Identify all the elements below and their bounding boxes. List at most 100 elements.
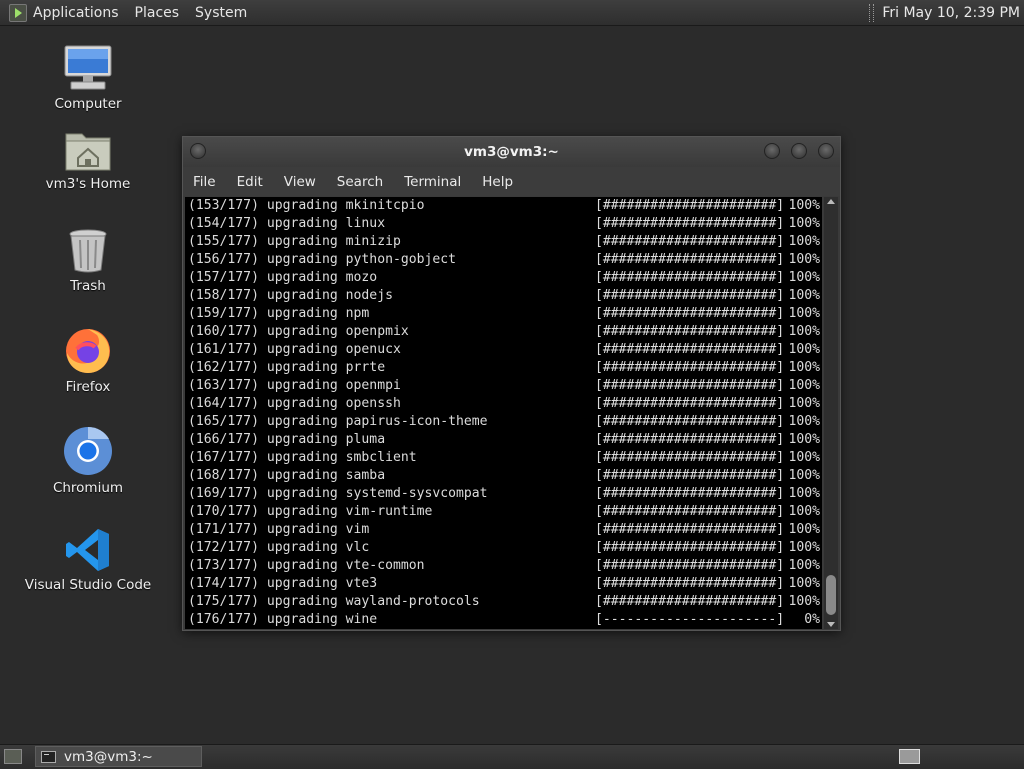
progress-percent: 100% (788, 594, 820, 609)
menu-search[interactable]: Search (337, 174, 383, 190)
desktop-icon-label: vm3's Home (45, 176, 131, 192)
terminal-line: (155/177) upgrading minizip [############… (185, 233, 822, 251)
progress-percent: 100% (788, 504, 820, 519)
desktop-icon-label: Visual Studio Code (24, 577, 152, 593)
terminal-line-text: (159/177) upgrading npm (188, 306, 370, 321)
progress-bar-text: [######################] (595, 378, 785, 393)
trash-icon (69, 229, 107, 273)
terminal-line: (166/177) upgrading pluma [##############… (185, 431, 822, 449)
terminal-line-text: (173/177) upgrading vte-common (188, 558, 425, 573)
terminal-line: (171/177) upgrading vim [################… (185, 521, 822, 539)
terminal-line-text: (157/177) upgrading mozo (188, 270, 378, 285)
scroll-up-arrow-icon[interactable] (827, 199, 835, 204)
terminal-line: (159/177) upgrading npm [################… (185, 305, 822, 323)
menu-system[interactable]: System (195, 5, 247, 21)
progress-percent: 100% (788, 450, 820, 465)
progress-bar-text: [######################] (595, 216, 785, 231)
top-panel: Applications Places System Fri May 10, 2… (0, 0, 1024, 26)
terminal-line: (162/177) upgrading prrte [##############… (185, 359, 822, 377)
terminal-line: (175/177) upgrading wayland-protocols [##… (185, 593, 822, 611)
desktop-icon-chromium[interactable]: Chromium (18, 426, 158, 496)
terminal-line-text: (164/177) upgrading openssh (188, 396, 401, 411)
firefox-icon (66, 329, 110, 373)
terminal-line-text: (154/177) upgrading linux (188, 216, 386, 231)
menu-help[interactable]: Help (482, 174, 513, 190)
progress-percent: 100% (788, 234, 820, 249)
terminal-line-text: (155/177) upgrading minizip (188, 234, 401, 249)
progress-bar-text: [######################] (595, 324, 785, 339)
terminal-line-text: (172/177) upgrading vlc (188, 540, 370, 555)
desktop-icon-label: Trash (70, 278, 106, 294)
desktop-icon-computer[interactable]: Computer (18, 44, 158, 112)
terminal-line-text: (176/177) upgrading wine (188, 612, 378, 627)
terminal-line: (174/177) upgrading vte3 [###############… (185, 575, 822, 593)
terminal-line: (156/177) upgrading python-gobject [#####… (185, 251, 822, 269)
terminal-icon (41, 750, 56, 763)
clock[interactable]: Fri May 10, 2:39 PM (882, 5, 1020, 21)
progress-percent: 100% (788, 324, 820, 339)
progress-percent: 100% (788, 360, 820, 375)
terminal-output[interactable]: (153/177) upgrading mkinitcpio [#########… (185, 197, 822, 629)
terminal-line: (168/177) upgrading samba [##############… (185, 467, 822, 485)
workspace-switcher[interactable] (899, 749, 920, 764)
menu-places[interactable]: Places (135, 5, 180, 21)
progress-bar-text: [######################] (595, 288, 785, 303)
terminal-line: (173/177) upgrading vte-common [#########… (185, 557, 822, 575)
desktop-icon-trash[interactable]: Trash (18, 228, 158, 294)
terminal-line-text: (158/177) upgrading nodejs (188, 288, 393, 303)
progress-percent: 100% (788, 216, 820, 231)
progress-percent: 100% (788, 468, 820, 483)
terminal-line-text: (163/177) upgrading openmpi (188, 378, 401, 393)
terminal-line: (163/177) upgrading openmpi [############… (185, 377, 822, 395)
menu-applications[interactable]: Applications (33, 5, 119, 21)
terminal-line: (153/177) upgrading mkinitcpio [#########… (185, 197, 822, 215)
chromium-icon (64, 426, 112, 475)
desktop-icon-label: Chromium (52, 480, 124, 496)
progress-bar-text: [######################] (595, 558, 785, 573)
progress-bar-text: [######################] (595, 342, 785, 357)
terminal-line-text: (175/177) upgrading wayland-protocols (188, 594, 480, 609)
terminal-line-text: (170/177) upgrading vim-runtime (188, 504, 433, 519)
progress-bar-text: [######################] (595, 540, 785, 555)
progress-percent: 100% (788, 198, 820, 213)
panel-separator (869, 3, 875, 22)
desktop-icon-home[interactable]: vm3's Home (18, 128, 158, 192)
applications-menu-icon[interactable] (9, 3, 27, 22)
desktop-icon-label: Computer (54, 96, 122, 112)
desktop-icon-vscode[interactable]: Visual Studio Code (18, 527, 158, 593)
terminal-line: (167/177) upgrading smbclient [##########… (185, 449, 822, 467)
show-desktop-icon[interactable] (4, 749, 22, 764)
taskbar-window-label: vm3@vm3:~ (64, 748, 153, 765)
terminal-line-text: (153/177) upgrading mkinitcpio (188, 198, 425, 213)
window-menu-button[interactable] (190, 143, 206, 159)
window-title: vm3@vm3:~ (464, 144, 559, 160)
window-titlebar[interactable]: vm3@vm3:~ (183, 137, 840, 167)
progress-bar-text: [######################] (595, 468, 785, 483)
menu-edit[interactable]: Edit (237, 174, 263, 190)
desktop-icon-firefox[interactable]: Firefox (18, 325, 158, 395)
minimize-button[interactable] (764, 143, 780, 159)
close-button[interactable] (818, 143, 834, 159)
terminal-line-text: (168/177) upgrading samba (188, 468, 386, 483)
menu-view[interactable]: View (284, 174, 316, 190)
menu-file[interactable]: File (193, 174, 216, 190)
terminal-scrollbar[interactable] (824, 197, 838, 629)
bottom-panel: vm3@vm3:~ (0, 744, 1024, 769)
progress-percent: 100% (788, 396, 820, 411)
vscode-icon (66, 529, 109, 571)
scroll-down-arrow-icon[interactable] (827, 622, 835, 627)
progress-percent: 100% (788, 540, 820, 555)
menu-terminal[interactable]: Terminal (404, 174, 461, 190)
terminal-window[interactable]: vm3@vm3:~ File Edit View Search Terminal… (182, 136, 841, 631)
progress-bar-text: [######################] (595, 252, 785, 267)
scrollbar-thumb[interactable] (826, 575, 836, 615)
progress-bar-text: [######################] (595, 198, 785, 213)
progress-percent: 100% (788, 252, 820, 267)
terminal-line: (169/177) upgrading systemd-sysvcompat [#… (185, 485, 822, 503)
progress-bar-text: [######################] (595, 432, 785, 447)
progress-bar-text: [----------------------] (595, 612, 785, 627)
terminal-line-text: (166/177) upgrading pluma (188, 432, 386, 447)
progress-bar-text: [######################] (595, 270, 785, 285)
taskbar-window-button[interactable]: vm3@vm3:~ (35, 746, 202, 767)
maximize-button[interactable] (791, 143, 807, 159)
